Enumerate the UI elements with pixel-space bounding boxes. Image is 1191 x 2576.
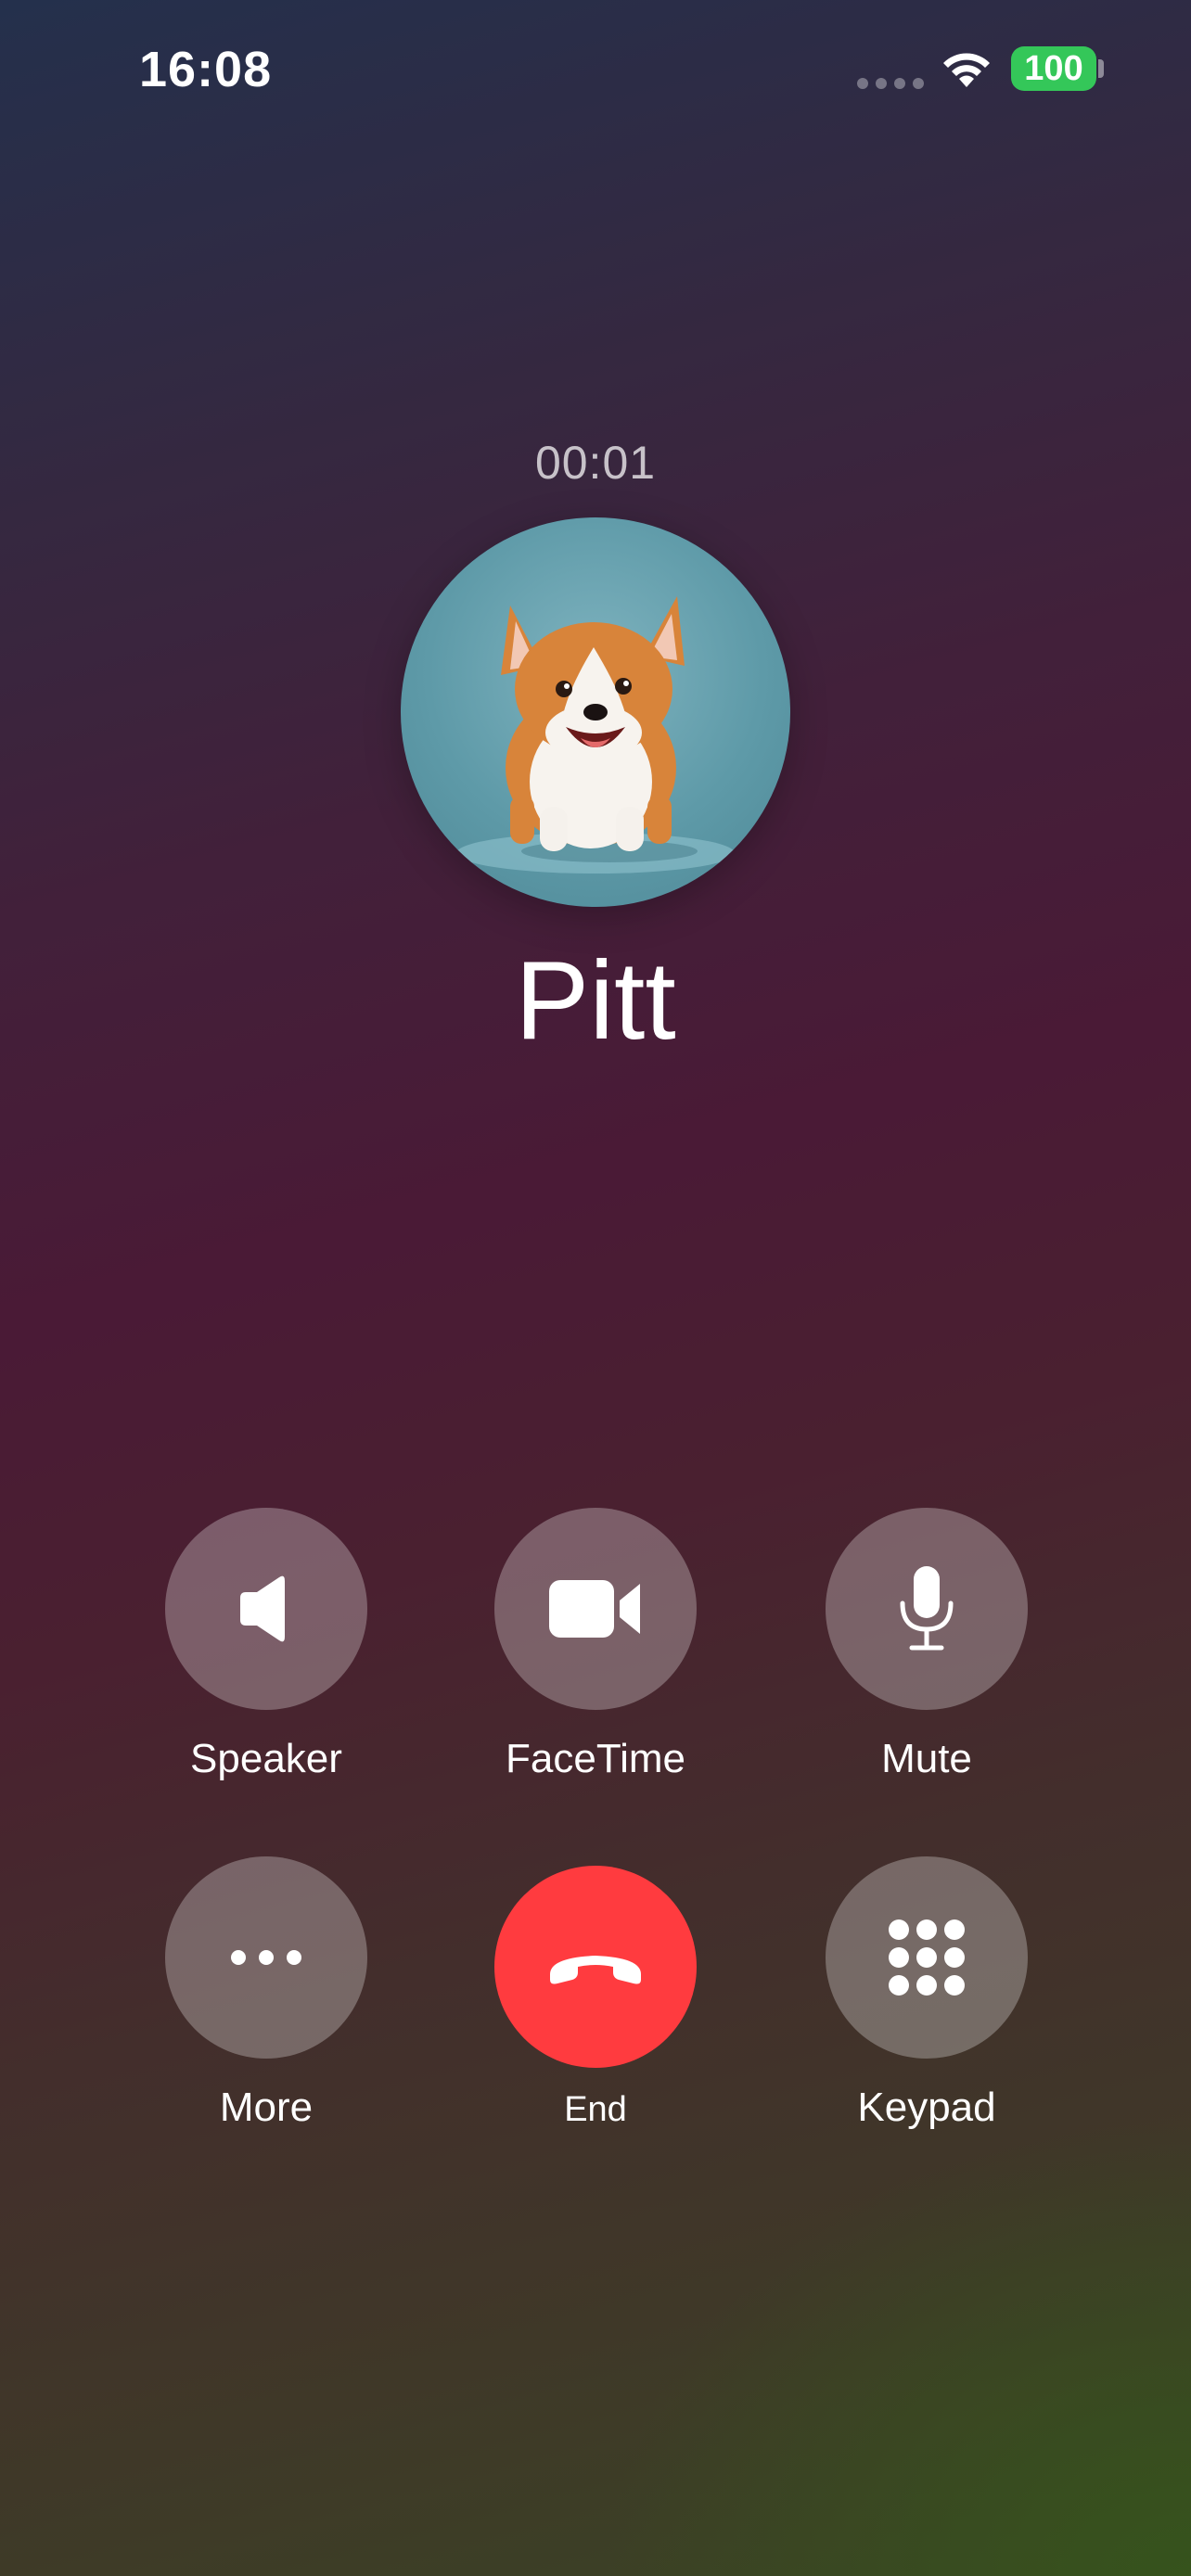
more-button[interactable] (165, 1856, 367, 2059)
keypad-button[interactable] (826, 1856, 1028, 2059)
microphone-icon (900, 1566, 954, 1651)
end-call-button[interactable] (494, 1866, 697, 2068)
phone-hangup-icon (550, 1956, 641, 1984)
keypad-icon (889, 1919, 965, 1996)
mute-button[interactable] (826, 1508, 1028, 1710)
video-camera-icon (549, 1580, 640, 1638)
facetime-button[interactable] (494, 1508, 697, 1710)
speaker-control: Speaker (165, 1508, 367, 1782)
end-label: End (564, 2090, 627, 2129)
ellipsis-icon (231, 1950, 301, 1965)
facetime-control: FaceTime (494, 1508, 697, 1782)
end-control: End (494, 1866, 697, 2130)
speaker-button[interactable] (165, 1508, 367, 1710)
keypad-label: Keypad (857, 2085, 996, 2130)
call-controls: Speaker FaceTime Mute More End Keypad (0, 0, 1191, 2576)
keypad-control: Keypad (826, 1856, 1028, 2131)
speaker-icon (240, 1575, 285, 1642)
mute-label: Mute (881, 1736, 972, 1781)
facetime-label: FaceTime (506, 1736, 685, 1781)
more-label: More (219, 2085, 314, 2130)
more-control: More (165, 1856, 367, 2131)
speaker-label: Speaker (190, 1736, 342, 1781)
mute-control: Mute (826, 1508, 1028, 1782)
